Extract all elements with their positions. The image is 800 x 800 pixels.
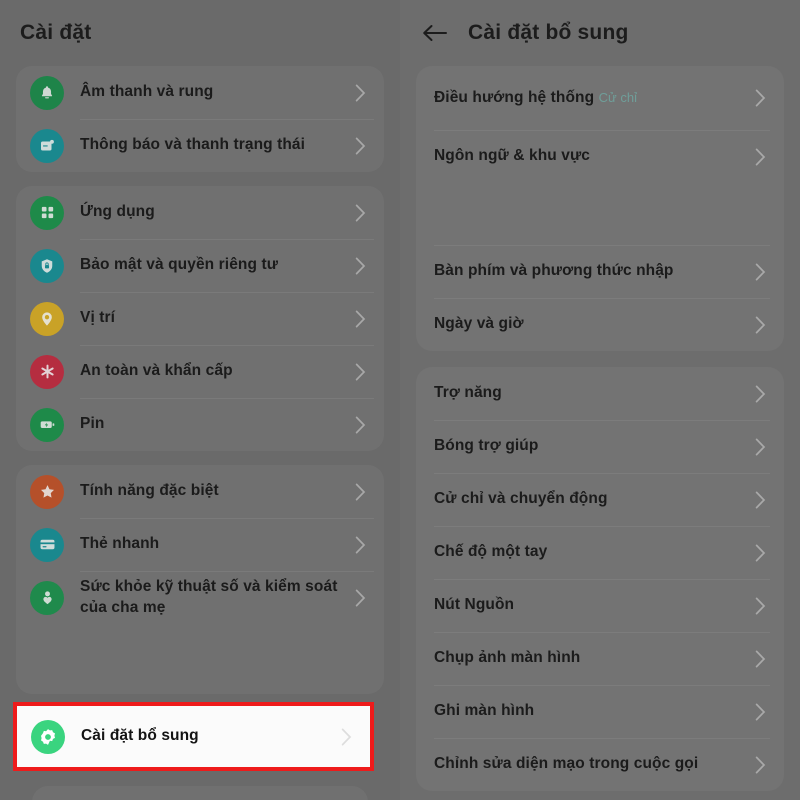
apps-grid-icon bbox=[30, 195, 64, 230]
settings-card-2: Ứng dụng Bảo mật và quyền riêng tư Vị tr… bbox=[16, 186, 384, 451]
list-item-additional-settings[interactable]: Cài đặt bổ sung bbox=[17, 719, 370, 754]
location-pin-icon bbox=[30, 301, 64, 336]
list-item-label: Sức khỏe kỹ thuật số và kiểm soát của ch… bbox=[80, 578, 338, 616]
list-item-label: Cử chỉ và chuyển động bbox=[434, 490, 608, 508]
list-item-notifications-statusbar[interactable]: Thông báo và thanh trạng thái bbox=[16, 119, 384, 172]
list-item-label: Ngôn ngữ & khu vực bbox=[434, 147, 590, 165]
list-item-label: Bóng trợ giúp bbox=[434, 437, 539, 455]
list-item-label: Trợ năng bbox=[434, 384, 502, 402]
additional-settings-panel-right: Cài đặt bổ sung Điều hướng hệ thống Cử c… bbox=[400, 0, 800, 800]
chevron-right-icon bbox=[752, 383, 768, 405]
settings-card-1: Âm thanh và rung Thông báo và thanh trạn… bbox=[16, 66, 384, 172]
highlighted-item-additional-settings[interactable]: Cài đặt bổ sung bbox=[13, 702, 374, 771]
chevron-right-icon bbox=[352, 587, 368, 609]
battery-icon bbox=[30, 407, 64, 442]
list-item-label: Chỉnh sửa diện mạo trong cuộc gọi bbox=[434, 755, 699, 773]
list-item-label: Ứng dụng bbox=[80, 203, 155, 221]
highlighted-item-label: Cài đặt bổ sung bbox=[81, 727, 199, 745]
list-item-label: Thẻ nhanh bbox=[80, 535, 160, 553]
chevron-right-icon bbox=[752, 489, 768, 511]
page-title: Cài đặt bổ sung bbox=[468, 21, 629, 44]
list-item-security-privacy[interactable]: Bảo mật và quyền riêng tư bbox=[16, 239, 384, 292]
list-item-digital-wellbeing[interactable]: Sức khỏe kỹ thuật số và kiểm soát của ch… bbox=[16, 571, 384, 624]
list-item-label: Nút Nguồn bbox=[434, 596, 515, 614]
list-item-label: Chế độ một tay bbox=[434, 543, 548, 561]
additional-card-1: Điều hướng hệ thống Cử chỉ Ngôn ngữ & kh… bbox=[416, 66, 784, 351]
list-item-gestures-motion[interactable]: Cử chỉ và chuyển động bbox=[416, 473, 784, 526]
list-item-sublabel: Cử chỉ bbox=[598, 89, 637, 105]
chevron-right-icon bbox=[352, 202, 368, 224]
list-item-label: An toàn và khẩn cấp bbox=[80, 362, 233, 380]
chevron-right-icon bbox=[752, 648, 768, 670]
list-item-assistive-ball[interactable]: Bóng trợ giúp bbox=[416, 420, 784, 473]
list-item-screenshot[interactable]: Chụp ảnh màn hình bbox=[416, 632, 784, 685]
chevron-right-icon bbox=[352, 481, 368, 503]
list-item-label: Vị trí bbox=[80, 309, 116, 327]
list-item-special-features[interactable]: Tính năng đặc biệt bbox=[16, 465, 384, 518]
settings-card-3: Tính năng đặc biệt Thẻ nhanh Sức khỏe kỹ… bbox=[16, 465, 384, 694]
list-item-date-time[interactable]: Ngày và giờ bbox=[416, 298, 784, 351]
chevron-right-icon bbox=[352, 361, 368, 383]
list-item-screen-recording[interactable]: Ghi màn hình bbox=[416, 685, 784, 738]
list-item-label: Điều hướng hệ thống bbox=[434, 88, 595, 106]
list-item-in-call-appearance[interactable]: Chỉnh sửa diện mạo trong cuộc gọi bbox=[416, 738, 784, 791]
chevron-right-icon bbox=[752, 261, 768, 283]
list-item-label: Bàn phím và phương thức nhập bbox=[434, 262, 674, 280]
chevron-right-icon bbox=[352, 135, 368, 157]
list-item-battery[interactable]: Pin bbox=[16, 398, 384, 451]
list-item-one-handed-mode[interactable]: Chế độ một tay bbox=[416, 526, 784, 579]
chevron-right-icon bbox=[352, 414, 368, 436]
chevron-right-icon bbox=[352, 534, 368, 556]
chevron-right-icon bbox=[752, 436, 768, 458]
list-item-sound-vibration[interactable]: Âm thanh và rung bbox=[16, 66, 384, 119]
list-item-label: Pin bbox=[80, 415, 105, 433]
chevron-right-icon bbox=[352, 255, 368, 277]
chevron-right-icon bbox=[752, 542, 768, 564]
star-icon bbox=[30, 474, 64, 509]
list-item-system-navigation[interactable]: Điều hướng hệ thống Cử chỉ bbox=[416, 66, 784, 130]
list-item-label: Tính năng đặc biệt bbox=[80, 482, 219, 500]
list-item-label: Chụp ảnh màn hình bbox=[434, 649, 581, 667]
list-item-location[interactable]: Vị trí bbox=[16, 292, 384, 345]
chevron-right-icon bbox=[352, 308, 368, 330]
list-item-language-region[interactable]: Ngôn ngữ & khu vực bbox=[416, 130, 784, 183]
list-item-label: Ghi màn hình bbox=[434, 702, 535, 720]
list-item-power-button[interactable]: Nút Nguồn bbox=[416, 579, 784, 632]
right-page-header: Cài đặt bổ sung bbox=[400, 0, 800, 66]
dual-screenshot-composite: Cài đặt Âm thanh và rung Thông báo và th… bbox=[0, 0, 800, 800]
chevron-right-icon bbox=[338, 726, 354, 748]
chevron-right-icon bbox=[752, 595, 768, 617]
emergency-asterisk-icon bbox=[30, 354, 64, 389]
left-page-header: Cài đặt bbox=[0, 0, 400, 66]
settings-panel-left: Cài đặt Âm thanh và rung Thông báo và th… bbox=[0, 0, 400, 800]
chevron-right-icon bbox=[752, 146, 768, 168]
list-item-keyboard-input[interactable]: Bàn phím và phương thức nhập bbox=[416, 245, 784, 298]
additional-card-2: Trợ năng Bóng trợ giúp Cử chỉ và chuyển … bbox=[416, 367, 784, 791]
chevron-right-icon bbox=[352, 82, 368, 104]
list-item-apps[interactable]: Ứng dụng bbox=[16, 186, 384, 239]
shield-lock-icon bbox=[30, 248, 64, 283]
list-item-label: Bảo mật và quyền riêng tư bbox=[80, 256, 279, 274]
person-heart-icon bbox=[30, 580, 64, 615]
back-arrow-icon[interactable] bbox=[418, 16, 452, 50]
gear-icon bbox=[31, 719, 65, 754]
list-item-label: Ngày và giờ bbox=[434, 315, 524, 333]
notification-icon bbox=[30, 128, 64, 163]
list-item-label: Thông báo và thanh trạng thái bbox=[80, 136, 306, 154]
chevron-right-icon bbox=[752, 87, 768, 109]
bell-icon bbox=[30, 75, 64, 110]
settings-card-4-partial bbox=[32, 786, 368, 800]
page-title: Cài đặt bbox=[20, 21, 92, 44]
list-item-label: Âm thanh và rung bbox=[80, 83, 214, 101]
credit-card-icon bbox=[30, 527, 64, 562]
chevron-right-icon bbox=[752, 754, 768, 776]
chevron-right-icon bbox=[752, 701, 768, 723]
chevron-right-icon bbox=[752, 314, 768, 336]
list-item-accessibility[interactable]: Trợ năng bbox=[416, 367, 784, 420]
list-item-quick-cards[interactable]: Thẻ nhanh bbox=[16, 518, 384, 571]
list-item-safety-emergency[interactable]: An toàn và khẩn cấp bbox=[16, 345, 384, 398]
